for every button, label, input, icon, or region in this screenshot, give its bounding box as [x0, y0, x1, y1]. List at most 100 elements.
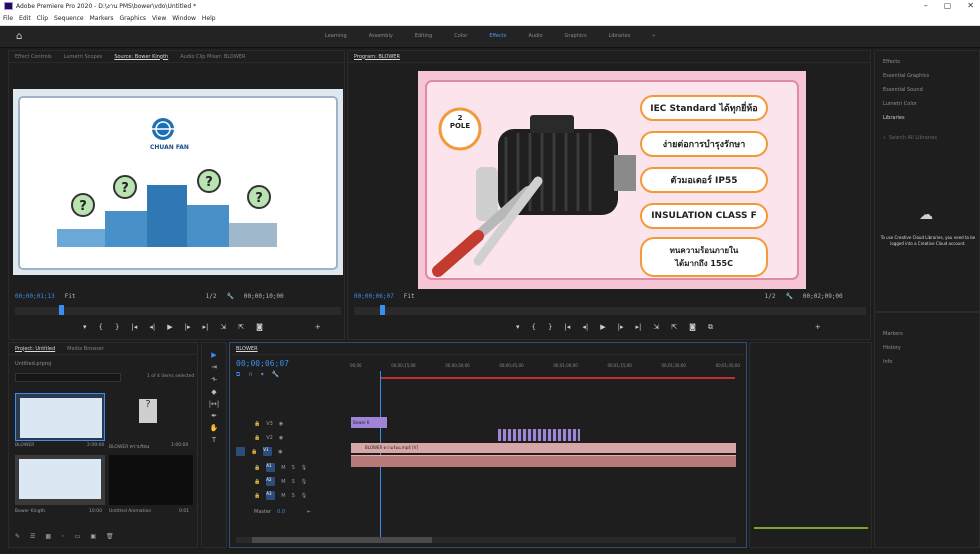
track-select-tool-icon[interactable]: ⇥ [204, 363, 224, 371]
lift-icon[interactable]: ⇲ [653, 323, 659, 332]
razor-tool-icon[interactable]: ◆ [204, 388, 224, 396]
track-eye-icon[interactable]: ◉ [279, 421, 283, 427]
mark-out-icon[interactable]: } [115, 323, 119, 331]
step-forward-icon[interactable]: |▸ [185, 323, 191, 331]
minimize-button[interactable]: – [924, 1, 928, 10]
panel-item-libraries[interactable]: Libraries [883, 111, 929, 125]
tab-source[interactable]: Source: Bower Kingth [114, 54, 168, 60]
program-play-icon[interactable]: ▶ [600, 323, 605, 332]
program-go-to-out-icon[interactable]: ▸| [635, 323, 641, 332]
source-fit-dropdown[interactable]: Fit [65, 293, 76, 300]
pencil-icon[interactable]: ✎ [15, 533, 20, 540]
extract-icon[interactable]: ⇱ [671, 323, 677, 332]
program-marker-icon[interactable]: ▾ [516, 323, 520, 332]
program-scrubber[interactable] [354, 305, 866, 315]
timeline-clip-v2-segments[interactable] [498, 429, 580, 441]
workspace-color[interactable]: Color [454, 33, 467, 39]
menu-view[interactable]: View [152, 15, 166, 22]
source-timecode[interactable]: 00;00;01;13 [15, 293, 55, 300]
menu-help[interactable]: Help [202, 15, 216, 22]
timeline-clip-v2[interactable]: Bower K [351, 417, 387, 428]
program-step-forward-icon[interactable]: |▸ [618, 323, 624, 332]
tab-audio-clip-mixer[interactable]: Audio Clip Mixer: BLOWER [180, 54, 245, 60]
timeline-clip-a1[interactable] [351, 455, 736, 467]
program-timecode[interactable]: 00;00;06;07 [354, 293, 394, 300]
track-lock-icon[interactable]: 🔒 [254, 479, 260, 485]
track-eye-icon[interactable]: ◉ [278, 449, 282, 455]
track-lock-icon[interactable]: 🔒 [254, 493, 260, 499]
panel-item-essential-graphics[interactable]: Essential Graphics [883, 69, 929, 83]
track-lock-icon[interactable]: 🔒 [254, 421, 260, 427]
program-go-to-in-icon[interactable]: |◂ [564, 323, 570, 332]
overwrite-icon[interactable]: ⇱ [238, 323, 244, 331]
solo-icon[interactable]: S [292, 493, 295, 499]
compare-icon[interactable]: ⧉ [708, 323, 713, 332]
timeline-timecode[interactable]: 00;00;06;07 [236, 359, 289, 368]
source-page-indicator[interactable]: 1/2 [206, 293, 217, 300]
home-icon[interactable]: ⌂ [16, 31, 22, 42]
tab-sequence-blower[interactable]: BLOWER [236, 346, 258, 352]
program-page-indicator[interactable]: 1/2 [765, 293, 776, 300]
program-playhead[interactable] [380, 305, 385, 315]
ripple-edit-tool-icon[interactable]: ⟛ [204, 375, 224, 384]
project-item[interactable] [15, 455, 105, 505]
mic-icon[interactable]: 🎙 [301, 493, 307, 499]
menu-window[interactable]: Window [172, 15, 196, 22]
play-icon[interactable]: ▶ [167, 323, 172, 331]
program-step-back-icon[interactable]: ◂| [582, 323, 588, 332]
workspace-audio[interactable]: Audio [528, 33, 542, 39]
menu-graphics[interactable]: Graphics [120, 15, 147, 22]
workspace-graphics[interactable]: Graphics [565, 33, 587, 39]
tab-media-browser[interactable]: Media Browser [67, 346, 104, 352]
menu-clip[interactable]: Clip [37, 15, 48, 22]
pen-tool-icon[interactable]: ✒ [204, 412, 224, 420]
slip-tool-icon[interactable]: |↔| [204, 400, 224, 408]
project-item[interactable]: ? [109, 393, 193, 441]
library-search[interactable]: ⌕ Search All Libraries [883, 133, 973, 143]
wrench-icon[interactable]: 🔧 [226, 293, 233, 300]
panel-item-markers[interactable]: Markers [883, 327, 903, 341]
workspace-editing[interactable]: Editing [415, 33, 432, 39]
mute-icon[interactable]: M [281, 493, 285, 499]
mark-in-icon[interactable]: { [99, 323, 103, 331]
program-add-button-icon[interactable]: + [815, 323, 821, 332]
solo-icon[interactable]: S [292, 479, 295, 485]
source-playhead[interactable] [59, 305, 64, 315]
zoom-slider-icon[interactable]: ◦ [61, 533, 65, 540]
tab-program[interactable]: Program: BLOWER [354, 54, 400, 60]
tab-project[interactable]: Project: Untitled [15, 346, 55, 352]
workspace-learning[interactable]: Learning [325, 33, 347, 39]
list-view-icon[interactable]: ☰ [30, 533, 35, 540]
source-viewer[interactable]: ?? ?? CHUAN FAN [13, 89, 343, 275]
mute-icon[interactable]: M [281, 465, 285, 471]
type-tool-icon[interactable]: T [204, 436, 224, 444]
panel-item-lumetri-color[interactable]: Lumetri Color [883, 97, 929, 111]
workspace-libraries[interactable]: Libraries [609, 33, 631, 39]
mute-icon[interactable]: M [281, 479, 285, 485]
workspace-effects[interactable]: Effects [489, 33, 506, 39]
program-fit-dropdown[interactable]: Fit [404, 293, 415, 300]
menu-edit[interactable]: Edit [19, 15, 31, 22]
add-button-icon[interactable]: + [315, 323, 321, 331]
new-bin-icon[interactable]: ▭ [75, 533, 81, 540]
add-marker-icon[interactable]: ▾ [261, 371, 264, 379]
project-search-input[interactable] [15, 373, 121, 382]
panel-item-history[interactable]: History [883, 341, 903, 355]
camera-icon[interactable]: ◙ [256, 323, 263, 331]
selection-tool-icon[interactable]: ▶ [204, 351, 224, 359]
maximize-button[interactable]: ▢ [944, 1, 952, 10]
tab-lumetri-scopes[interactable]: Lumetri Scopes [64, 54, 103, 60]
tab-effect-controls[interactable]: Effect Controls [15, 54, 52, 60]
go-to-out-icon[interactable]: ▸| [202, 323, 208, 331]
menu-markers[interactable]: Markers [90, 15, 114, 22]
go-to-in-icon[interactable]: |◂ [131, 323, 137, 331]
program-mark-in-icon[interactable]: { [532, 323, 536, 332]
timeline-scrollbar[interactable] [236, 537, 736, 543]
program-wrench-icon[interactable]: 🔧 [785, 293, 792, 300]
panel-item-effects[interactable]: Effects [883, 55, 929, 69]
step-back-icon[interactable]: ◂| [149, 323, 155, 331]
track-lock-icon[interactable]: 🔒 [254, 435, 260, 441]
source-scrubber[interactable] [15, 305, 341, 315]
master-end-icon[interactable]: ⇤ [307, 509, 311, 515]
menu-file[interactable]: File [3, 15, 13, 22]
